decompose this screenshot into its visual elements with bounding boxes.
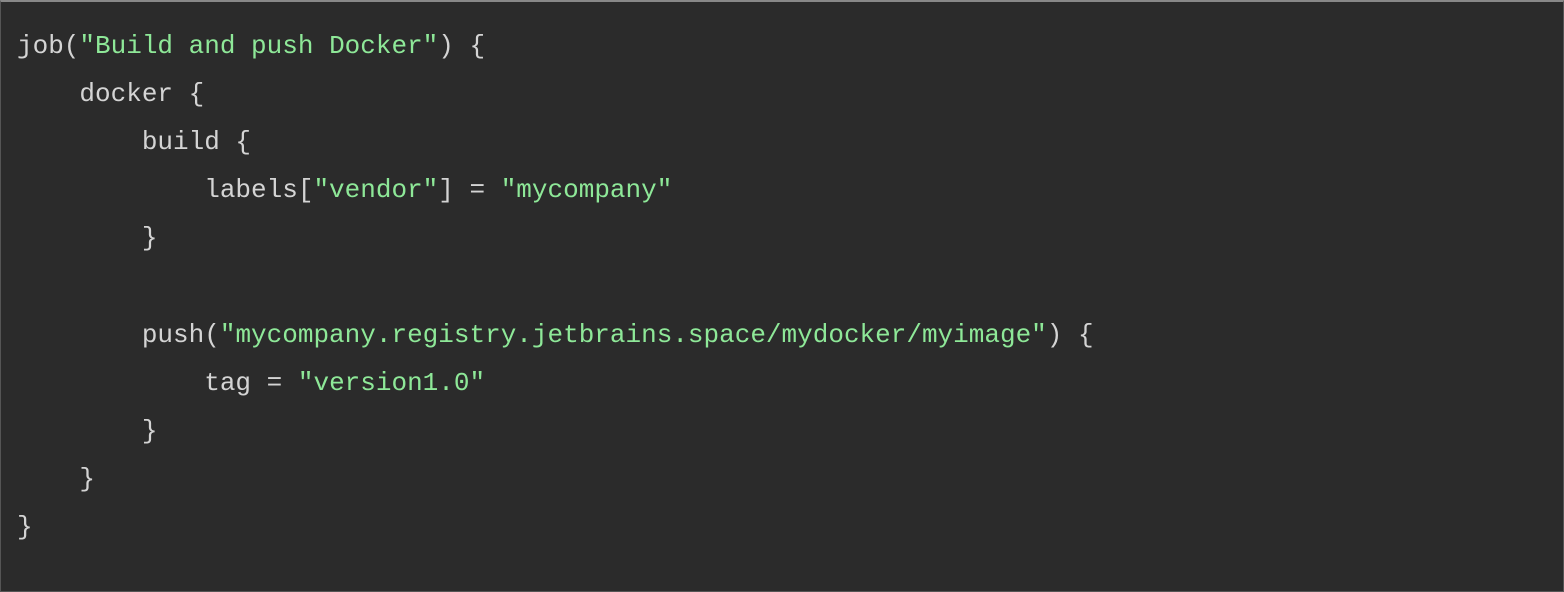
token-string: "vendor" bbox=[313, 175, 438, 205]
token-punct: ) { bbox=[438, 31, 485, 61]
token-punct: ] = bbox=[438, 175, 500, 205]
token-string: "mycompany" bbox=[501, 175, 673, 205]
token-string: "mycompany.registry.jetbrains.space/mydo… bbox=[220, 320, 1047, 350]
code-line: } bbox=[17, 416, 157, 446]
token-default: labels[ bbox=[17, 175, 313, 205]
code-line: labels["vendor"] = "mycompany" bbox=[17, 175, 672, 205]
code-line: } bbox=[17, 464, 95, 494]
code-line: docker { bbox=[17, 79, 204, 109]
code-line: push("mycompany.registry.jetbrains.space… bbox=[17, 320, 1094, 350]
code-line: job("Build and push Docker") { bbox=[17, 31, 485, 61]
code-block[interactable]: job("Build and push Docker") { docker { … bbox=[17, 22, 1547, 551]
token-punct: } bbox=[17, 512, 33, 542]
code-line: } bbox=[17, 512, 33, 542]
token-punct: } bbox=[17, 416, 157, 446]
token-keyword: docker { bbox=[17, 79, 204, 109]
token-keyword: job( bbox=[17, 31, 79, 61]
code-line: build { bbox=[17, 127, 251, 157]
token-punct: ) { bbox=[1047, 320, 1094, 350]
token-keyword: build { bbox=[17, 127, 251, 157]
code-line: tag = "version1.0" bbox=[17, 368, 485, 398]
token-keyword: push( bbox=[17, 320, 220, 350]
token-string: "version1.0" bbox=[298, 368, 485, 398]
token-string: "Build and push Docker" bbox=[79, 31, 438, 61]
code-line: } bbox=[17, 223, 157, 253]
token-default: tag = bbox=[17, 368, 298, 398]
token-punct: } bbox=[17, 223, 157, 253]
token-punct: } bbox=[17, 464, 95, 494]
